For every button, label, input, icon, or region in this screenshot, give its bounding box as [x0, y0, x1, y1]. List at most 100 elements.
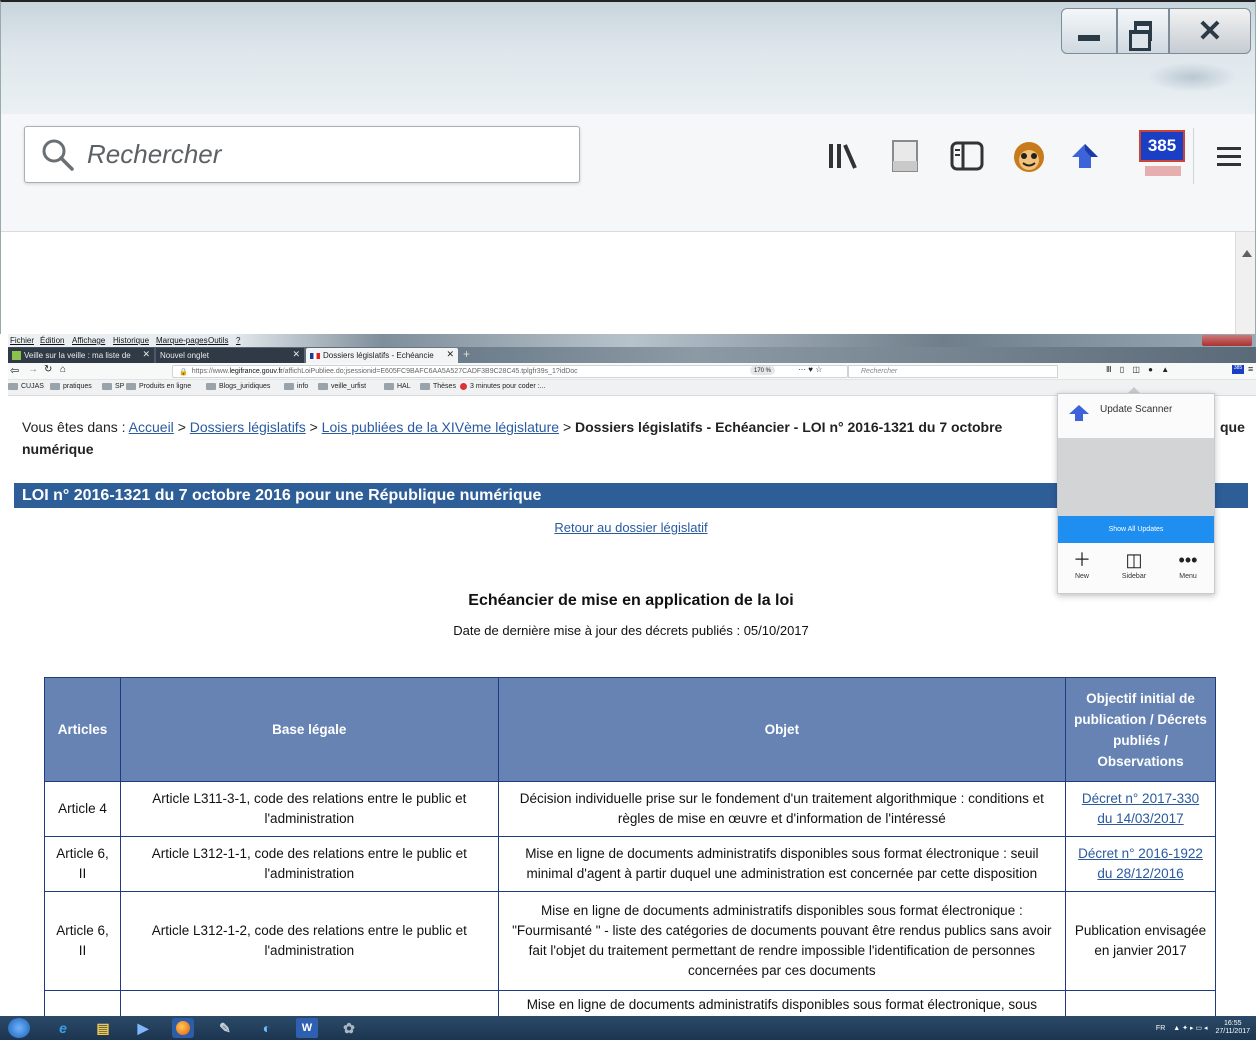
tab-bar: Veille sur la veille : ma liste de ✕ Nou… — [8, 347, 1256, 363]
tab-close-icon[interactable]: ✕ — [292, 349, 300, 360]
language-indicator[interactable]: FR — [1156, 1025, 1165, 1032]
bookmark-sp[interactable]: SP — [102, 383, 124, 390]
tab-favicon — [12, 351, 21, 360]
mini-search-placeholder: Rechercher — [861, 368, 898, 375]
sidebar-toggle-icon[interactable] — [947, 136, 987, 176]
home-icon[interactable]: ⌂ — [60, 364, 66, 375]
menu-historique[interactable]: Historique — [113, 336, 149, 345]
network-app-icon[interactable]: ◐ — [256, 1018, 278, 1038]
zoom-level[interactable]: 170 % — [750, 366, 776, 375]
cell-observations — [1065, 990, 1216, 1016]
bookmark-hal[interactable]: HAL — [384, 383, 411, 390]
minimize-button[interactable] — [1061, 8, 1117, 54]
vertical-scrollbar[interactable] — [1235, 232, 1255, 334]
monkey-extension-icon[interactable] — [1009, 136, 1049, 176]
tab-label: Nouvel onglet — [160, 351, 209, 360]
tool-icon[interactable]: ✎ — [214, 1018, 236, 1038]
bookmark-label: 3 minutes pour coder :... — [470, 383, 546, 390]
internet-explorer-icon[interactable]: e — [52, 1018, 74, 1038]
reload-icon[interactable]: ↻ — [44, 364, 52, 375]
media-player-icon[interactable]: ▶ — [132, 1018, 154, 1038]
popup-header[interactable]: Update Scanner — [1058, 394, 1214, 438]
back-icon[interactable]: ⇦ — [10, 364, 19, 377]
show-all-updates-button[interactable]: Show All Updates — [1058, 516, 1214, 543]
folder-icon — [318, 383, 328, 390]
menu-outils[interactable]: Outils — [208, 336, 228, 345]
forward-icon[interactable]: → — [28, 364, 38, 375]
search-input[interactable] — [87, 139, 547, 170]
clock[interactable]: 16:55 27/11/2017 — [1215, 1020, 1250, 1036]
bookmark-produits[interactable]: Produits en ligne — [126, 383, 191, 390]
search-icon — [42, 139, 74, 171]
decret-link[interactable]: Décret n° 2017-330 du 14/03/2017 — [1082, 791, 1199, 826]
tray-icons[interactable]: ▲ ✦ ▸ ▭ ◂ — [1173, 1024, 1207, 1032]
bookmark-label: Thèses — [433, 383, 456, 390]
start-button[interactable] — [8, 1018, 30, 1038]
breadcrumb-lois-link[interactable]: Lois publiées de la XIVème législature — [322, 419, 559, 435]
url-bar[interactable]: 🔒 https://www. legifrance.gouv.fr/affichL… — [172, 365, 848, 378]
lock-icon: 🔒 — [179, 368, 188, 376]
breadcrumb-accueil-link[interactable]: Accueil — [129, 419, 174, 435]
word-icon[interactable]: W — [296, 1018, 318, 1038]
menu-affichage[interactable]: Affichage — [72, 336, 105, 345]
update-scanner-icon[interactable] — [1065, 136, 1105, 176]
folder-icon — [420, 383, 430, 390]
zoomed-search-box[interactable] — [24, 126, 580, 183]
cell-base-legale — [119, 990, 499, 1016]
mini-toolbar-icons[interactable]: Ⅲ ▯ ◫ ● ▲ — [1106, 365, 1172, 374]
hamburger-menu-icon[interactable] — [1209, 136, 1249, 176]
mini-window-controls[interactable] — [1202, 335, 1252, 346]
close-button[interactable]: ✕ — [1169, 8, 1251, 54]
menu-fichier[interactable]: Fichier — [10, 336, 34, 345]
bookmark-label: HAL — [397, 383, 411, 390]
mini-mail-badge[interactable]: 385 — [1232, 365, 1244, 374]
tab-close-icon[interactable]: ✕ — [446, 349, 454, 360]
url-domain: legifrance.gouv.fr — [229, 368, 283, 375]
menu-edition[interactable]: Édition — [40, 336, 64, 345]
windows-taskbar: e ▤ ▶ ✎ ◐ W ✿ FR ▲ ✦ ▸ ▭ ◂ 16:55 27/11/2… — [0, 1016, 1256, 1040]
bookmark-pratiques[interactable]: pratiques — [50, 383, 92, 390]
menu-button[interactable]: ••• Menu — [1168, 549, 1208, 580]
paint-icon[interactable]: ✿ — [338, 1018, 360, 1038]
page-actions-icon[interactable]: ··· ♥ ☆ — [798, 365, 822, 374]
more-icon: ••• — [1178, 550, 1198, 570]
breadcrumb-dossiers-link[interactable]: Dossiers législatifs — [190, 419, 306, 435]
menu-marque-pages[interactable]: Marque-pages — [156, 336, 208, 345]
cell-observations: Décret n° 2017-330 du 14/03/2017 — [1065, 781, 1216, 837]
reader-view-icon[interactable] — [885, 136, 925, 176]
tab-nouvel-onglet[interactable]: Nouvel onglet ✕ — [156, 348, 304, 363]
folder-icon — [384, 383, 394, 390]
scroll-up-icon[interactable] — [1242, 250, 1252, 257]
bookmark-info[interactable]: info — [284, 383, 308, 390]
bookmark-theses[interactable]: Thèses — [420, 383, 456, 390]
bookmark-cujas[interactable]: CUJAS — [8, 383, 44, 390]
bookmark-veille-urfist[interactable]: veille_urfist — [318, 383, 366, 390]
new-tab-icon[interactable]: + — [463, 347, 470, 361]
menu-help[interactable]: ? — [236, 336, 240, 345]
tab-dossiers-legislatifs[interactable]: Dossiers législatifs - Echéancie ✕ — [306, 348, 458, 363]
tab-veille[interactable]: Veille sur la veille : ma liste de ✕ — [8, 348, 154, 363]
echeancier-table: Articles Base légale Objet Objectif init… — [44, 677, 1216, 1016]
popup-title: Update Scanner — [1100, 404, 1173, 415]
file-explorer-icon[interactable]: ▤ — [92, 1018, 114, 1038]
mail-count-badge[interactable]: 385 — [1139, 130, 1185, 162]
cell-objet: Mise en ligne de documents administratif… — [497, 990, 1067, 1016]
sidebar-button[interactable]: ◫ Sidebar — [1114, 549, 1154, 580]
firefox-icon[interactable] — [172, 1018, 194, 1038]
mini-menu-icon[interactable]: ≡ — [1248, 364, 1253, 374]
library-icon[interactable] — [823, 136, 863, 176]
restore-button[interactable] — [1117, 8, 1169, 54]
bookmark-blogs[interactable]: Blogs_juridiques — [206, 383, 270, 390]
cell-objet: Mise en ligne de documents administratif… — [497, 891, 1067, 991]
cell-base-legale: Article L312-1-1, code des relations ent… — [119, 836, 499, 892]
new-button[interactable]: ＋ New — [1062, 549, 1102, 580]
bookmark-label: veille_urfist — [331, 383, 367, 390]
tab-close-icon[interactable]: ✕ — [142, 349, 150, 360]
mini-search-box[interactable]: Rechercher — [848, 365, 1058, 378]
decret-link[interactable]: Décret n° 2016-1922 du 28/12/2016 — [1078, 846, 1203, 881]
clock-time: 16:55 — [1223, 1020, 1242, 1027]
folder-icon — [206, 383, 216, 390]
bookmark-label: pratiques — [63, 383, 92, 390]
cell-article — [44, 990, 121, 1016]
bookmark-3-minutes[interactable]: 3 minutes pour coder :... — [460, 383, 545, 390]
